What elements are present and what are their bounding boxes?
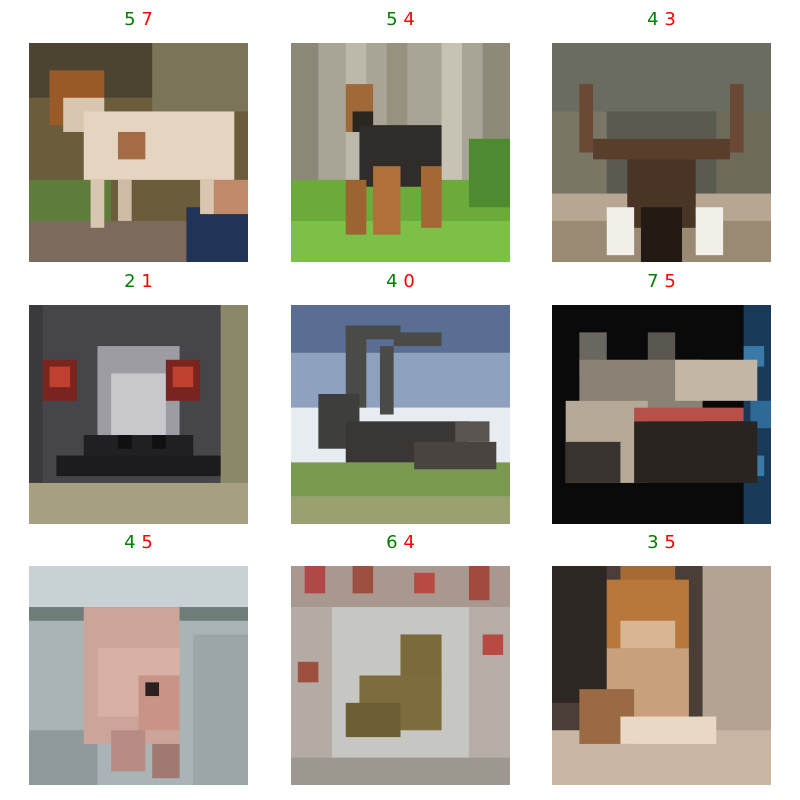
horse-photo	[552, 305, 771, 524]
tile-caption: 4 3	[552, 0, 771, 40]
predicted-label: 7	[647, 271, 659, 292]
tile-caption: 5 7	[29, 0, 248, 40]
tile-caption: 7 5	[552, 262, 771, 302]
tile-caption: 4 5	[29, 523, 248, 563]
predicted-label: 4	[386, 271, 398, 292]
deer-photo	[291, 305, 510, 524]
pig-photo	[29, 566, 248, 785]
true-label: 5	[664, 532, 676, 553]
tile-caption: 2 1	[29, 262, 248, 302]
tile-caption: 5 4	[291, 0, 510, 40]
true-label: 1	[141, 271, 153, 292]
predicted-label: 4	[647, 9, 659, 30]
predicted-label: 3	[647, 532, 659, 553]
dog-photo	[291, 43, 510, 262]
tile-caption: 6 4	[291, 523, 510, 563]
ostrich-photo	[29, 305, 248, 524]
predicted-label: 5	[386, 9, 398, 30]
dog-photo	[29, 43, 248, 262]
deer-photo	[552, 43, 771, 262]
predicted-label: 6	[386, 532, 398, 553]
predicted-label: 2	[124, 271, 136, 292]
true-label: 3	[664, 9, 676, 30]
true-label: 7	[141, 9, 153, 30]
true-label: 4	[403, 9, 415, 30]
tile-caption: 4 0	[291, 262, 510, 302]
predicted-label: 5	[124, 9, 136, 30]
dog-photo	[552, 566, 771, 785]
predicted-label: 4	[124, 532, 136, 553]
frog-photo	[291, 566, 510, 785]
tile-caption: 3 5	[552, 523, 771, 563]
true-label: 4	[403, 532, 415, 553]
true-label: 0	[403, 271, 415, 292]
true-label: 5	[141, 532, 153, 553]
true-label: 5	[664, 271, 676, 292]
